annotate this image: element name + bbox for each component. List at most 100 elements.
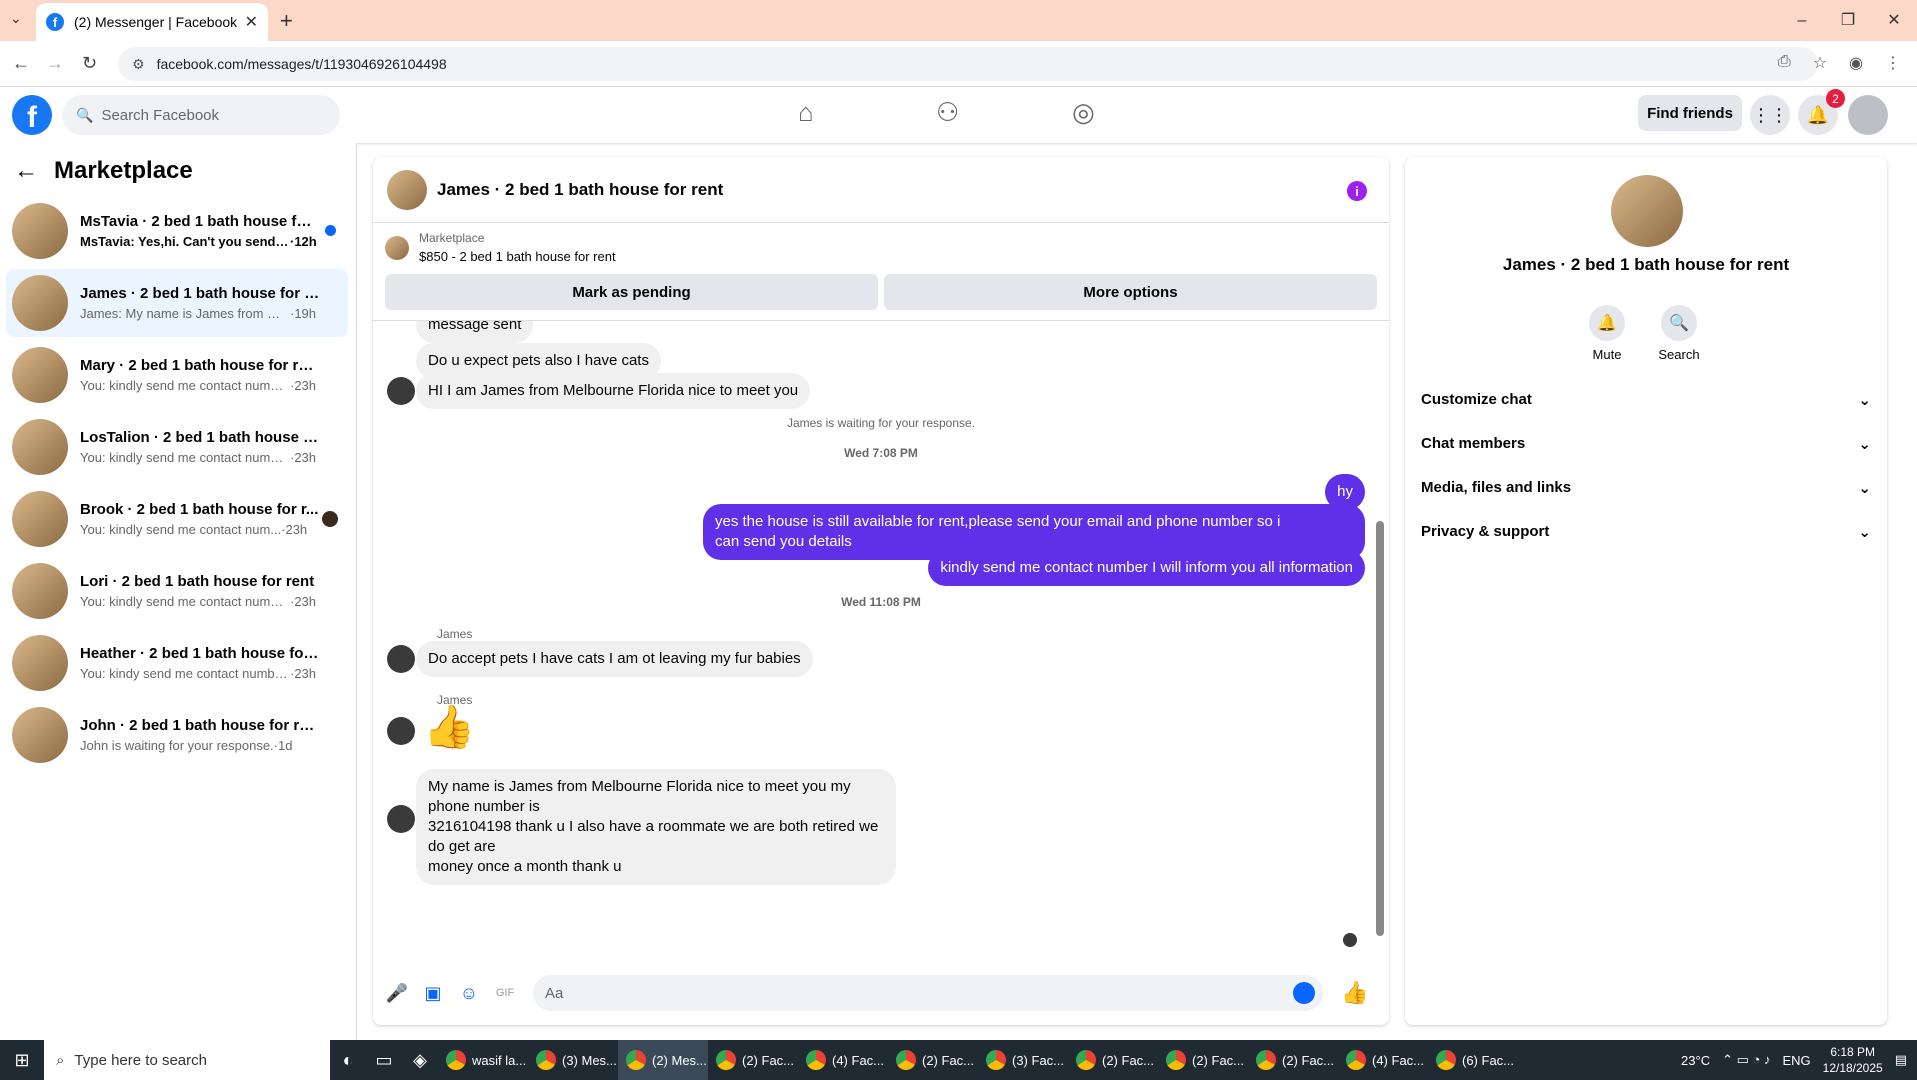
chrome-icon — [1346, 1050, 1366, 1070]
conversation-item[interactable]: Lori · 2 bed 1 bath house for rent You: … — [6, 557, 348, 625]
friends-icon[interactable]: ⚇ — [936, 97, 959, 128]
weather-temp[interactable]: 23°C — [1681, 1053, 1710, 1068]
tray-icons[interactable]: ⌃ ▭ ◔ ♪ — [1722, 1052, 1770, 1068]
search-button[interactable]: 🔍 Search — [1649, 305, 1709, 362]
window-label: (2) Fac... — [922, 1052, 975, 1068]
message-line: can send you details — [715, 533, 852, 550]
taskbar-window[interactable]: (3) Mes... — [528, 1040, 618, 1080]
find-friends-button[interactable]: Find friends — [1638, 95, 1742, 131]
taskbar-window[interactable]: (4) Fac... — [798, 1040, 888, 1080]
chrome-icon — [1166, 1050, 1186, 1070]
back-arrow-icon[interactable]: ← — [14, 157, 38, 185]
mark-as-pending-button[interactable]: Mark as pending — [385, 274, 878, 310]
conversation-item[interactable]: Heather · 2 bed 1 bath house for r... Yo… — [6, 629, 348, 697]
taskbar-search-placeholder: Type here to search — [74, 1051, 207, 1069]
message-bubble: HI I am James from Melbourne Florida nic… — [416, 373, 811, 409]
media-files-links-section[interactable]: Media, files and links ⌄ — [1421, 479, 1871, 497]
reload-icon[interactable]: ↻ — [82, 53, 97, 74]
conversation-name: John · 2 bed 1 bath house for rent — [80, 717, 320, 734]
conversation-item[interactable]: John · 2 bed 1 bath house for rent John … — [6, 701, 348, 769]
edge-icon[interactable]: ◐ — [330, 1040, 366, 1080]
like-icon[interactable]: 👍 — [1341, 980, 1368, 1006]
taskbar-search[interactable]: ⌕ Type here to search — [44, 1040, 330, 1080]
chat-thumbnail[interactable] — [387, 169, 427, 210]
taskbar-window[interactable]: (2) Fac... — [708, 1040, 798, 1080]
conversation-name: LosTalion · 2 bed 1 bath house for ... — [80, 429, 320, 446]
language-indicator[interactable]: ENG — [1782, 1053, 1810, 1068]
mute-button[interactable]: 🔔 Mute — [1577, 305, 1637, 362]
tab-list-chevron-icon[interactable]: ⌄ — [10, 10, 22, 27]
browser-tab[interactable]: f (2) Messenger | Facebook ✕ — [36, 3, 268, 41]
windows-start-icon[interactable]: ⊞ — [0, 1040, 44, 1080]
site-info-icon[interactable]: ⚙ — [132, 56, 145, 73]
taskbar-window[interactable]: (3) Fac... — [978, 1040, 1068, 1080]
customize-chat-section[interactable]: Customize chat ⌄ — [1421, 391, 1871, 409]
chevron-down-icon: ⌄ — [1858, 392, 1871, 409]
message-line: My name is James from Melbourne Florida … — [428, 778, 851, 815]
url-bar[interactable]: ⚙ facebook.com/messages/t/11930469261044… — [118, 47, 1818, 81]
conversation-item[interactable]: MsTavia · 2 bed 1 bath house for ... MsT… — [6, 197, 348, 265]
close-window-button[interactable]: ✕ — [1871, 0, 1917, 41]
bookmark-star-icon[interactable]: ☆ — [1813, 53, 1827, 73]
taskbar-window[interactable]: (2) Fac... — [1158, 1040, 1248, 1080]
menu-icon[interactable]: ⋮ — [1885, 53, 1901, 73]
groups-icon[interactable]: ◎ — [1072, 97, 1095, 128]
taskbar-window[interactable]: (2) Fac... — [1248, 1040, 1338, 1080]
photo-icon[interactable]: ▣ — [421, 981, 445, 1005]
forward-icon[interactable]: → — [46, 53, 64, 74]
close-tab-icon[interactable]: ✕ — [245, 12, 258, 32]
marketplace-listing[interactable]: Marketplace $850 - 2 bed 1 bath house fo… — [385, 231, 616, 264]
info-icon[interactable]: i — [1347, 181, 1367, 201]
chat-title[interactable]: James · 2 bed 1 bath house for rent — [437, 180, 723, 200]
conversation-item[interactable]: James · 2 bed 1 bath house for rent Jame… — [6, 269, 348, 337]
more-options-button[interactable]: More options — [884, 274, 1377, 310]
menu-grid-icon[interactable]: ⋮⋮ — [1750, 95, 1790, 135]
minimize-button[interactable]: – — [1779, 0, 1825, 41]
facebook-favicon-icon: f — [46, 13, 64, 31]
listing-actions: Mark as pending More options — [385, 274, 1377, 310]
chat-members-section[interactable]: Chat members ⌄ — [1421, 435, 1871, 453]
microphone-icon[interactable]: 🎤 — [385, 981, 409, 1005]
taskbar-window[interactable]: (2) Fac... — [1068, 1040, 1158, 1080]
taskbar-window[interactable]: (6) Fac... — [1428, 1040, 1518, 1080]
search-label: Search — [1658, 347, 1700, 362]
file-explorer-icon[interactable]: ▭ — [366, 1040, 402, 1080]
scrollbar[interactable] — [1376, 521, 1384, 936]
back-icon[interactable]: ← — [12, 53, 30, 74]
new-tab-button[interactable]: + — [280, 8, 293, 34]
message-input[interactable]: Aa — [533, 975, 1323, 1011]
gif-icon[interactable]: GIF — [493, 981, 517, 1005]
taskbar-window[interactable]: (4) Fac... — [1338, 1040, 1428, 1080]
app-icon[interactable]: ◈ — [402, 1040, 438, 1080]
conversation-item[interactable]: Brook · 2 bed 1 bath house for r... You:… — [6, 485, 348, 553]
chrome-icon — [1256, 1050, 1276, 1070]
conversation-item[interactable]: LosTalion · 2 bed 1 bath house for ... Y… — [6, 413, 348, 481]
privacy-support-section[interactable]: Privacy & support ⌄ — [1421, 523, 1871, 541]
listing-thumbnail — [12, 347, 68, 403]
account-avatar[interactable] — [1848, 95, 1888, 135]
facebook-logo-icon[interactable]: f — [12, 95, 52, 135]
search-facebook-input[interactable]: 🔍 Search Facebook — [62, 95, 340, 135]
restore-button[interactable]: ❐ — [1825, 0, 1871, 41]
chrome-icon — [1076, 1050, 1096, 1070]
chat-info-panel: James · 2 bed 1 bath house for rent 🔔 Mu… — [1405, 157, 1887, 1025]
taskbar-window[interactable]: wasif la... — [438, 1040, 528, 1080]
clock[interactable]: 6:18 PM 12/18/2025 — [1823, 1044, 1883, 1076]
notification-badge: 2 — [1826, 89, 1845, 108]
marketplace-label: Marketplace — [419, 231, 485, 245]
conversation-item[interactable]: Mary · 2 bed 1 bath house for rent You: … — [6, 341, 348, 409]
window-label: (2) Mes... — [652, 1052, 707, 1068]
tab-title: (2) Messenger | Facebook — [74, 14, 238, 30]
taskbar-window[interactable]: (2) Fac... — [888, 1040, 978, 1080]
search-placeholder: Search Facebook — [101, 106, 220, 124]
chat-profile-image[interactable] — [1611, 175, 1683, 247]
home-icon[interactable]: ⌂ — [798, 97, 814, 128]
sticker-icon[interactable]: ☺ — [457, 981, 481, 1005]
install-icon[interactable]: ⎙ — [1778, 53, 1791, 73]
waiting-notice: James is waiting for your response. — [786, 416, 976, 430]
chat-info-name: James · 2 bed 1 bath house for rent — [1502, 255, 1790, 274]
emoji-icon[interactable] — [1293, 982, 1315, 1004]
taskbar-window[interactable]: (2) Mes... — [618, 1040, 708, 1080]
notification-center-icon[interactable]: ▤ — [1895, 1052, 1907, 1068]
profile-icon[interactable]: ◉ — [1849, 53, 1863, 73]
